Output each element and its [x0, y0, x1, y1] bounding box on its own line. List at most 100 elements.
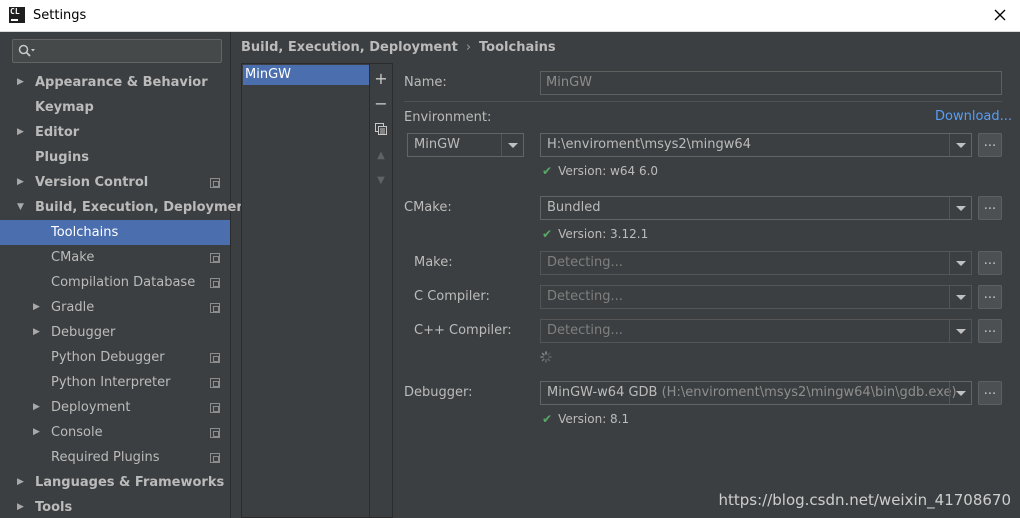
search-icon: [18, 44, 35, 57]
chevron-down-icon: [949, 134, 971, 156]
make-label: Make:: [414, 255, 453, 270]
sidebar-item-label: Keymap: [35, 100, 94, 115]
window-title: Settings: [33, 8, 87, 23]
sidebar-item-label: Version Control: [35, 175, 149, 190]
check-icon: ✔: [542, 164, 553, 178]
expanded-arrow-icon[interactable]: ▼: [17, 195, 27, 220]
sidebar-item-python-debugger[interactable]: Python Debugger: [0, 345, 230, 370]
c-compiler-dropdown[interactable]: Detecting...: [540, 285, 972, 309]
chevron-down-icon: [949, 197, 971, 219]
make-dropdown[interactable]: Detecting...: [540, 251, 972, 275]
remove-toolchain-button[interactable]: −: [370, 93, 392, 115]
project-scope-icon: [210, 178, 220, 188]
sidebar-item-cmake[interactable]: CMake: [0, 245, 230, 270]
sidebar-item-build-execution-deployment[interactable]: ▼ Build, Execution, Deployment: [0, 195, 252, 220]
sidebar-item-label: Languages & Frameworks: [35, 475, 225, 490]
collapsed-arrow-icon[interactable]: ▶: [17, 470, 27, 495]
collapsed-arrow-icon[interactable]: ▶: [33, 395, 43, 420]
browse-debugger-button[interactable]: ...: [978, 381, 1002, 405]
browse-cmake-button[interactable]: ...: [978, 196, 1002, 220]
sidebar-item-tools[interactable]: ▶ Tools: [0, 495, 230, 518]
debugger-name: MinGW-w64 GDB: [547, 385, 658, 400]
environment-type-dropdown[interactable]: MinGW: [407, 133, 524, 157]
environment-type-value: MinGW: [414, 137, 460, 152]
title-bar: CL Settings: [0, 0, 1020, 32]
project-scope-icon: [210, 278, 220, 288]
name-label: Name:: [404, 75, 447, 90]
sidebar-item-keymap[interactable]: Keymap: [0, 95, 230, 120]
chevron-down-icon: [949, 286, 971, 308]
browse-make-button[interactable]: ...: [978, 251, 1002, 275]
watermark-text: https://blog.csdn.net/weixin_41708670: [718, 491, 1011, 509]
debugger-version-text: Version: 8.1: [558, 412, 630, 426]
search-input[interactable]: [12, 39, 222, 63]
debugger-label: Debugger:: [404, 385, 473, 400]
c-compiler-value: Detecting...: [547, 289, 623, 304]
sidebar-item-label: Editor: [35, 125, 80, 140]
sidebar-item-languages-frameworks[interactable]: ▶ Languages & Frameworks: [0, 470, 230, 495]
collapsed-arrow-icon[interactable]: ▶: [33, 320, 43, 345]
collapsed-arrow-icon[interactable]: ▶: [17, 70, 27, 95]
sidebar-item-gradle[interactable]: ▶ Gradle: [0, 295, 230, 320]
debugger-dropdown[interactable]: MinGW-w64 GDB (H:\enviroment\msys2\mingw…: [540, 381, 972, 405]
copy-toolchain-button[interactable]: [370, 118, 392, 140]
toolchain-item-mingw[interactable]: MinGW: [243, 65, 369, 85]
environment-label: Environment:: [404, 110, 492, 125]
sidebar-item-label: Appearance & Behavior: [35, 75, 208, 90]
c-compiler-label: C Compiler:: [414, 289, 490, 304]
collapsed-arrow-icon[interactable]: ▶: [33, 420, 43, 445]
sidebar-item-debugger[interactable]: ▶ Debugger: [0, 320, 230, 345]
environment-path-dropdown[interactable]: H:\enviroment\msys2\mingw64: [540, 133, 972, 157]
browse-cpp-compiler-button[interactable]: ...: [978, 319, 1002, 343]
sidebar-item-console[interactable]: ▶ Console: [0, 420, 230, 445]
environment-separator: [404, 101, 1002, 102]
sidebar-item-editor[interactable]: ▶ Editor: [0, 120, 230, 145]
browse-environment-button[interactable]: ...: [978, 133, 1002, 157]
sidebar-item-label: Debugger: [51, 325, 116, 340]
breadcrumb-separator: ›: [465, 40, 472, 55]
move-down-button[interactable]: ▼: [370, 170, 392, 192]
add-toolchain-button[interactable]: +: [370, 68, 392, 90]
cmake-dropdown[interactable]: Bundled: [540, 196, 972, 220]
sidebar-item-label: Python Interpreter: [51, 375, 171, 390]
collapsed-arrow-icon[interactable]: ▶: [17, 495, 27, 518]
project-scope-icon: [210, 428, 220, 438]
environment-version: ✔ Version: w64 6.0: [542, 164, 658, 178]
sidebar-item-label: Required Plugins: [51, 450, 160, 465]
sidebar-item-python-interpreter[interactable]: Python Interpreter: [0, 370, 230, 395]
settings-tree: ▶ Appearance & Behavior Keymap ▶ Editor Plugi…: [0, 70, 252, 518]
check-icon: ✔: [542, 227, 553, 241]
breadcrumb-current: Toolchains: [479, 40, 556, 55]
download-link[interactable]: Download...: [935, 109, 1012, 124]
project-scope-icon: [210, 303, 220, 313]
debugger-version: ✔ Version: 8.1: [542, 412, 629, 426]
cmake-label: CMake:: [404, 200, 452, 215]
sidebar-item-version-control[interactable]: ▶ Version Control: [0, 170, 230, 195]
environment-path-value: H:\enviroment\msys2\mingw64: [547, 137, 751, 152]
browse-c-compiler-button[interactable]: ...: [978, 285, 1002, 309]
project-scope-icon: [210, 453, 220, 463]
sidebar-item-toolchains[interactable]: Toolchains: [0, 220, 230, 245]
name-field[interactable]: MinGW: [540, 71, 1002, 95]
cmake-value: Bundled: [547, 200, 601, 215]
collapsed-arrow-icon[interactable]: ▶: [33, 295, 43, 320]
sidebar-item-required-plugins[interactable]: Required Plugins: [0, 445, 230, 470]
collapsed-arrow-icon[interactable]: ▶: [17, 120, 27, 145]
close-button[interactable]: [980, 0, 1020, 31]
move-up-button[interactable]: ▲: [370, 145, 392, 167]
close-icon: [994, 9, 1006, 21]
toolchain-toolbar: + − ▲ ▼: [369, 63, 393, 518]
cpp-compiler-dropdown[interactable]: Detecting...: [540, 319, 972, 343]
collapsed-arrow-icon[interactable]: ▶: [17, 170, 27, 195]
sidebar-item-label: Tools: [35, 500, 73, 515]
sidebar-item-deployment[interactable]: ▶ Deployment: [0, 395, 230, 420]
cpp-compiler-value: Detecting...: [547, 323, 623, 338]
cpp-compiler-label: C++ Compiler:: [414, 323, 512, 338]
settings-sidebar: ▶ Appearance & Behavior Keymap ▶ Editor Plugi…: [0, 32, 252, 518]
sidebar-item-appearance-behavior[interactable]: ▶ Appearance & Behavior: [0, 70, 230, 95]
clion-app-icon: CL: [9, 7, 25, 23]
project-scope-icon: [210, 378, 220, 388]
sidebar-item-plugins[interactable]: Plugins: [0, 145, 230, 170]
breadcrumb: Build, Execution, Deployment › Toolchains: [241, 40, 556, 55]
sidebar-item-compilation-database[interactable]: Compilation Database: [0, 270, 230, 295]
